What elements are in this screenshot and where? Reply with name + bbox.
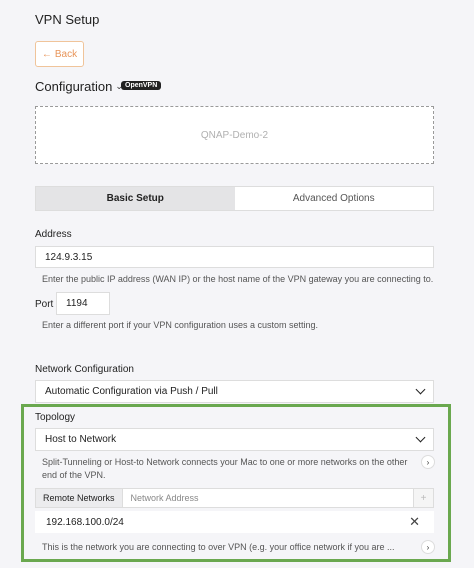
network-entry: 192.168.100.0/24 — [46, 516, 124, 528]
back-button-label: Back — [54, 48, 78, 60]
chevron-down-icon — [415, 384, 426, 395]
profile-name: QNAP-Demo-2 — [200, 129, 269, 141]
topology-select[interactable]: Host to Network — [35, 428, 434, 451]
chevron-right-icon[interactable]: › — [421, 540, 435, 554]
list-item: 192.168.100.0/24 ✕ — [35, 511, 434, 533]
remote-networks-row: Remote Networks Network Address + — [35, 488, 434, 508]
network-address-input[interactable]: Network Address — [123, 489, 413, 507]
network-configuration-label: Network Configuration — [35, 364, 134, 375]
setup-tabs: Basic Setup Advanced Options — [35, 186, 434, 211]
configuration-dropdown[interactable]: Configuration ⌄ — [35, 79, 123, 94]
tab-advanced-options[interactable]: Advanced Options — [235, 187, 434, 210]
tab-basic-setup[interactable]: Basic Setup — [36, 187, 235, 210]
port-label: Port — [35, 299, 54, 310]
arrow-left-icon: ← — [41, 48, 52, 60]
address-label: Address — [35, 229, 72, 240]
configuration-title: Configuration — [35, 79, 113, 94]
topology-help: Split-Tunneling or Host-to Network conne… — [42, 457, 408, 480]
remote-networks-help: This is the network you are connecting t… — [42, 542, 395, 552]
remote-networks-label: Remote Networks — [36, 489, 123, 507]
page-title: VPN Setup — [35, 12, 100, 27]
topology-value: Host to Network — [45, 434, 117, 445]
protocol-badge: OpenVPN — [121, 81, 162, 90]
topology-label: Topology — [35, 412, 76, 423]
chevron-right-icon[interactable]: › — [421, 455, 435, 469]
port-help: Enter a different port if your VPN confi… — [42, 320, 318, 330]
network-configuration-select[interactable]: Automatic Configuration via Push / Pull — [35, 380, 434, 403]
chevron-down-icon — [415, 432, 426, 443]
profile-drop-zone[interactable]: QNAP-Demo-2 — [35, 106, 434, 164]
port-input[interactable]: 1194 — [56, 292, 110, 315]
address-input[interactable]: 124.9.3.15 — [35, 246, 434, 268]
address-help: Enter the public IP address (WAN IP) or … — [42, 274, 434, 284]
network-configuration-value: Automatic Configuration via Push / Pull — [45, 386, 218, 397]
add-network-button[interactable]: + — [413, 489, 433, 507]
close-icon[interactable]: ✕ — [409, 514, 420, 530]
back-button[interactable]: ← Back — [35, 41, 84, 67]
